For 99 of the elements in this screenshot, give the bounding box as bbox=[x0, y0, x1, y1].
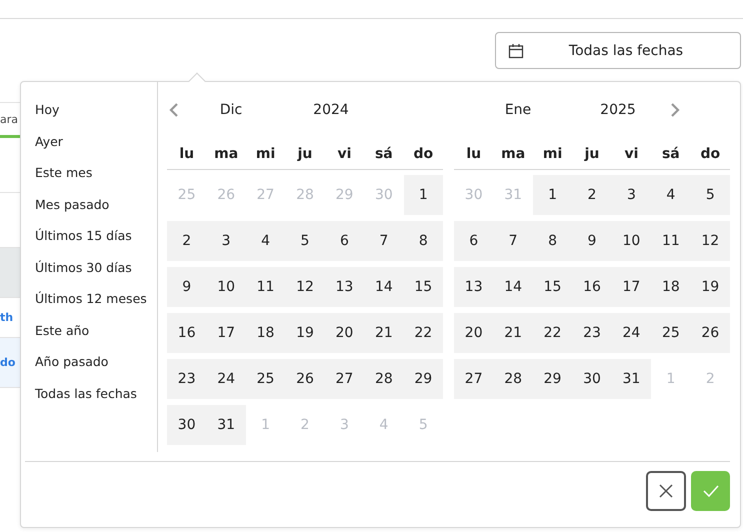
day-cell[interactable]: 28 bbox=[364, 359, 404, 398]
weekday-label: vi bbox=[336, 144, 352, 164]
day-cell[interactable]: 24 bbox=[206, 359, 246, 398]
day-cell[interactable]: 8 bbox=[404, 221, 443, 260]
day-cell[interactable]: 23 bbox=[572, 313, 612, 352]
day-cell[interactable]: 13 bbox=[454, 267, 494, 306]
day-cell[interactable]: 29 bbox=[404, 359, 443, 398]
day-cell[interactable]: 22 bbox=[404, 313, 443, 352]
day-cell[interactable]: 7 bbox=[493, 221, 533, 260]
day-cell[interactable]: 9 bbox=[167, 267, 206, 306]
weekday-label: ma bbox=[213, 144, 240, 164]
preset-option[interactable]: Últimos 15 días bbox=[35, 220, 157, 252]
preset-option[interactable]: Todas las fechas bbox=[35, 378, 157, 409]
day-cell[interactable]: 31 bbox=[206, 405, 246, 444]
day-cell[interactable]: 13 bbox=[324, 267, 364, 306]
year-label: 2024 bbox=[312, 102, 350, 118]
weekday-label: lu bbox=[178, 144, 196, 164]
preset-option[interactable]: Mes pasado bbox=[35, 188, 157, 220]
day-cell[interactable]: 2 bbox=[572, 175, 612, 214]
weekday-label: ju bbox=[296, 144, 314, 164]
day-cell[interactable]: 29 bbox=[532, 359, 572, 398]
month-label: Ene bbox=[504, 102, 532, 118]
month-label: Dic bbox=[218, 102, 244, 118]
day-cell[interactable]: 3 bbox=[206, 221, 246, 260]
day-cell[interactable]: 12 bbox=[690, 221, 730, 260]
day-cell[interactable]: 11 bbox=[651, 221, 691, 260]
preset-option[interactable]: Últimos 12 meses bbox=[35, 283, 157, 314]
day-cell[interactable]: 4 bbox=[246, 221, 286, 260]
preset-option[interactable]: Este mes bbox=[35, 157, 157, 188]
day-cell[interactable]: 19 bbox=[285, 313, 325, 352]
day-cell[interactable]: 15 bbox=[404, 267, 443, 306]
weekday-label: do bbox=[699, 144, 722, 164]
day-cell[interactable]: 22 bbox=[532, 313, 572, 352]
day-cell[interactable]: 8 bbox=[532, 221, 572, 260]
day-cell[interactable]: 28 bbox=[493, 359, 533, 398]
check-icon bbox=[702, 484, 720, 498]
day-cell[interactable]: 23 bbox=[167, 359, 206, 398]
day-cell[interactable]: 25 bbox=[651, 313, 691, 352]
day-cell[interactable]: 26 bbox=[690, 313, 730, 352]
weekday-label: ma bbox=[500, 144, 526, 164]
day-cell[interactable]: 20 bbox=[454, 313, 494, 352]
day-cell[interactable]: 4 bbox=[651, 175, 691, 214]
day-cell[interactable]: 24 bbox=[612, 313, 652, 352]
confirm-button[interactable] bbox=[691, 471, 730, 511]
day-cell[interactable]: 30 bbox=[572, 359, 612, 398]
close-icon bbox=[658, 483, 674, 499]
day-cell[interactable]: 10 bbox=[206, 267, 246, 306]
day-cell[interactable]: 5 bbox=[285, 221, 325, 260]
preset-option[interactable]: Ayer bbox=[35, 126, 157, 157]
weekday-label: mi bbox=[542, 144, 564, 164]
day-cell[interactable]: 30 bbox=[167, 405, 206, 444]
day-cell[interactable]: 6 bbox=[324, 221, 364, 260]
weekday-label: mi bbox=[254, 144, 276, 164]
day-cell[interactable]: 2 bbox=[167, 221, 206, 260]
weekday-label: vi bbox=[623, 144, 640, 164]
day-cell[interactable]: 11 bbox=[246, 267, 286, 306]
cancel-button[interactable] bbox=[646, 471, 686, 511]
day-cell[interactable]: 14 bbox=[364, 267, 404, 306]
preset-option[interactable]: Este año bbox=[35, 314, 157, 346]
preset-option[interactable]: Últimos 30 días bbox=[35, 252, 157, 283]
day-cell[interactable]: 16 bbox=[572, 267, 612, 306]
day-cell[interactable]: 20 bbox=[324, 313, 364, 352]
day-cell[interactable]: 27 bbox=[324, 359, 364, 398]
day-cell[interactable]: 31 bbox=[612, 359, 652, 398]
day-cell[interactable]: 5 bbox=[690, 175, 730, 214]
preset-option[interactable]: Año pasado bbox=[35, 346, 157, 378]
weekday-label: sá bbox=[374, 144, 394, 164]
day-cell[interactable]: 27 bbox=[454, 359, 494, 398]
day-cell[interactable]: 21 bbox=[364, 313, 404, 352]
previous-month-icon[interactable] bbox=[167, 102, 181, 118]
day-cell[interactable]: 14 bbox=[493, 267, 533, 306]
weekday-label: lu bbox=[465, 144, 482, 164]
day-cell[interactable]: 3 bbox=[612, 175, 652, 214]
day-cell[interactable]: 18 bbox=[651, 267, 691, 306]
day-cell[interactable]: 1 bbox=[532, 175, 572, 214]
link[interactable]: do bbox=[0, 338, 20, 388]
day-cell[interactable]: 1 bbox=[404, 175, 443, 214]
weekday-label: sá bbox=[660, 144, 681, 164]
calendar-icon bbox=[508, 42, 524, 58]
preset-option[interactable]: Hoy bbox=[35, 94, 157, 126]
day-cell[interactable]: 17 bbox=[612, 267, 652, 306]
day-cell[interactable]: 9 bbox=[572, 221, 612, 260]
weekday-label: do bbox=[412, 144, 434, 164]
next-month-icon[interactable] bbox=[668, 102, 682, 118]
day-cell[interactable]: 16 bbox=[167, 313, 206, 352]
day-cell[interactable]: 18 bbox=[246, 313, 286, 352]
day-cell[interactable]: 7 bbox=[364, 221, 404, 260]
day-cell[interactable]: 6 bbox=[454, 221, 494, 260]
day-cell[interactable]: 19 bbox=[690, 267, 730, 306]
day-cell[interactable]: 12 bbox=[285, 267, 325, 306]
day-cell[interactable]: 26 bbox=[285, 359, 325, 398]
date-range-button[interactable]: Todas las fechas bbox=[495, 32, 741, 69]
day-cell[interactable]: 10 bbox=[612, 221, 652, 260]
weekday-label: ju bbox=[583, 144, 600, 164]
day-cell[interactable]: 15 bbox=[532, 267, 572, 306]
day-cell[interactable]: 25 bbox=[246, 359, 286, 398]
day-cell[interactable]: 17 bbox=[206, 313, 246, 352]
year-label: 2025 bbox=[599, 102, 637, 118]
day-cell[interactable]: 21 bbox=[493, 313, 533, 352]
